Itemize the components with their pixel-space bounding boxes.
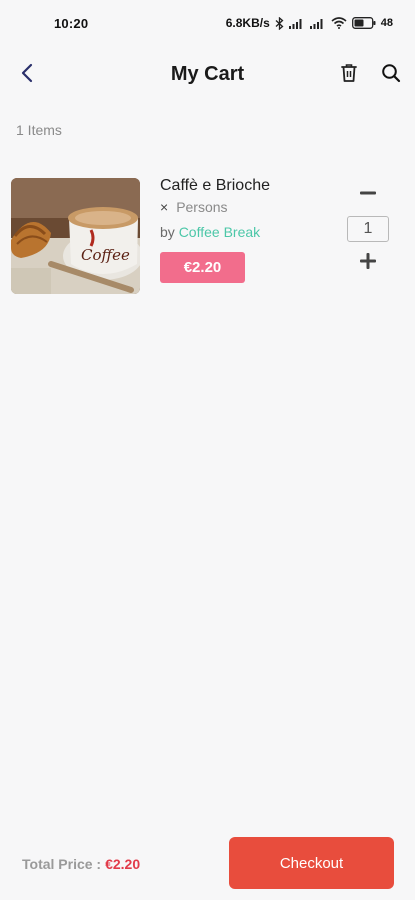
bluetooth-icon <box>275 16 284 30</box>
status-icons: 6.8KB/s 48 <box>226 16 393 30</box>
vendor-link[interactable]: Coffee Break <box>179 224 260 240</box>
status-bar: 10:20 6.8KB/s 48 <box>0 0 415 46</box>
plus-icon <box>360 252 376 274</box>
price-badge: €2.20 <box>160 252 245 283</box>
total-price: Total Price : €2.20 <box>22 856 140 872</box>
wifi-icon <box>331 17 347 29</box>
signal-icon-2 <box>309 18 326 29</box>
total-price-value: €2.20 <box>105 856 141 872</box>
network-speed: 6.8KB/s <box>225 16 270 30</box>
vendor-prefix: by <box>160 224 175 240</box>
app-bar: My Cart <box>0 50 415 100</box>
cart-item: Coffee Caffè e Brioche × Persons by Coffe… <box>0 170 415 300</box>
search-button[interactable] <box>378 62 404 88</box>
battery-percent: 48 <box>380 17 393 29</box>
signal-icon <box>288 18 305 29</box>
search-icon <box>381 63 401 88</box>
decrease-quantity-button[interactable] <box>355 178 381 204</box>
item-name: Caffè e Brioche <box>160 177 270 194</box>
persons-multiplier: × <box>160 199 169 215</box>
delete-cart-button[interactable] <box>336 62 362 88</box>
item-vendor: by Coffee Break <box>160 224 260 240</box>
status-time: 10:20 <box>54 15 89 31</box>
cart-footer: Total Price : €2.20 Checkout <box>0 830 415 900</box>
minus-icon <box>360 182 376 200</box>
battery-icon <box>351 17 376 29</box>
increase-quantity-button[interactable] <box>355 250 381 276</box>
item-image[interactable]: Coffee <box>11 178 140 294</box>
persons-label: Persons <box>176 199 228 215</box>
item-persons: × Persons <box>160 199 228 215</box>
checkout-button[interactable]: Checkout <box>229 837 394 889</box>
quantity-field[interactable]: 1 <box>347 216 389 242</box>
items-count: 1 Items <box>16 122 62 138</box>
total-price-label: Total Price : <box>22 856 102 872</box>
svg-text:Coffee: Coffee <box>81 246 130 264</box>
trash-icon <box>340 63 358 88</box>
